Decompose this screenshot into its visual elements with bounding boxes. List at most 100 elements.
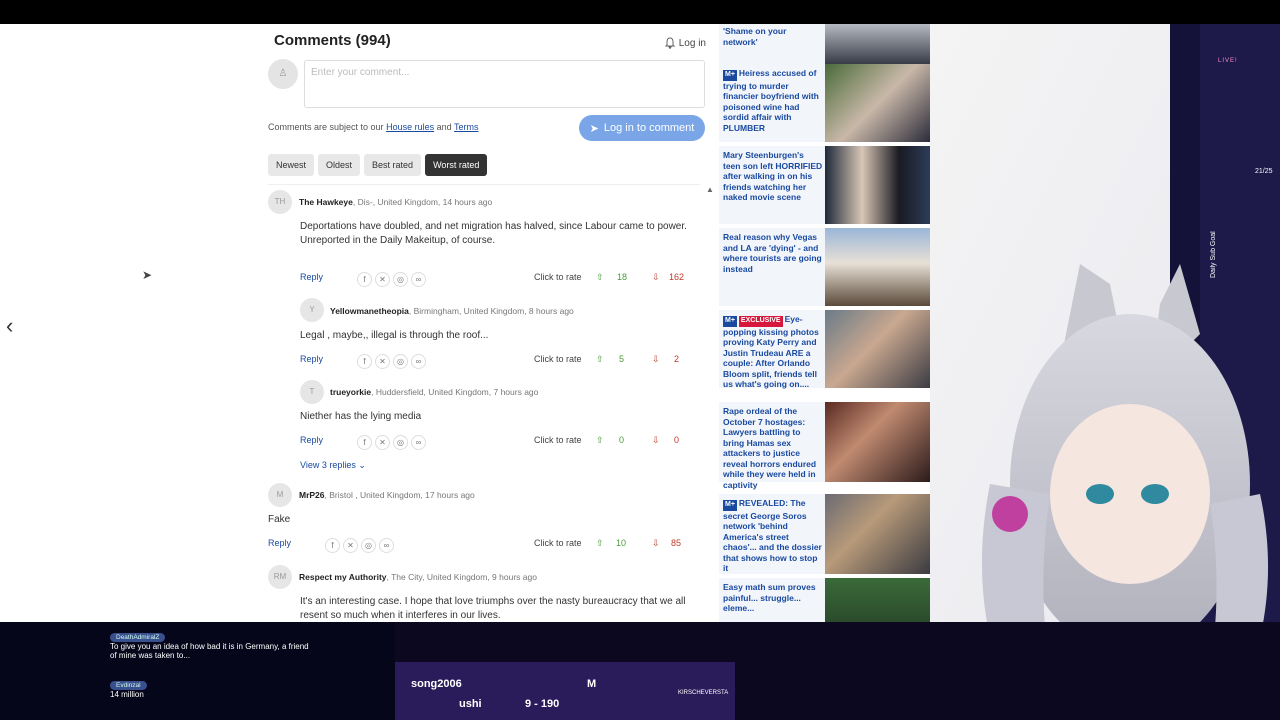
comment-location: , Birmingham, United Kingdom, 8 hours ag… — [408, 306, 574, 316]
comment-meta: MrP26, Bristol , United Kingdom, 17 hour… — [299, 490, 475, 500]
thumbs-up-icon[interactable]: ⇧ — [596, 272, 604, 283]
comment-actions: Reply f ✕ ◎ ∞ Click to rate ⇧ 0 ⇩ 0 — [262, 435, 714, 451]
story-item[interactable]: M+ Heiress accused of trying to murder fi… — [719, 64, 931, 142]
link-icon[interactable]: ∞ — [379, 538, 394, 553]
upvote-count: 0 — [619, 435, 625, 445]
comment-author[interactable]: trueyorkie — [330, 387, 371, 397]
facebook-icon[interactable]: f — [357, 435, 372, 450]
thumbs-up-icon[interactable]: ⇧ — [596, 538, 604, 549]
comment-avatar: T — [300, 380, 324, 404]
link-icon[interactable]: ∞ — [411, 435, 426, 450]
click-to-rate-label: Click to rate — [534, 354, 582, 364]
facebook-icon[interactable]: f — [325, 538, 340, 553]
facebook-icon[interactable]: f — [357, 272, 372, 287]
ticker-user: song2006 — [411, 678, 462, 690]
reply-button[interactable]: Reply — [300, 435, 323, 445]
reply-button[interactable]: Reply — [300, 354, 323, 364]
story-item[interactable]: Easy math sum proves painful... struggle… — [719, 578, 931, 624]
plus-badge: M+ — [723, 70, 737, 81]
top-bar — [0, 0, 1280, 24]
left-gutter — [0, 24, 30, 624]
link-icon[interactable]: ∞ — [411, 354, 426, 369]
thumbs-down-icon[interactable]: ⇩ — [652, 354, 660, 365]
downvote-count: 2 — [674, 354, 680, 364]
login-to-comment-label: Log in to comment — [603, 122, 695, 134]
exclusive-badge: EXCLUSIVE — [738, 316, 783, 327]
facebook-icon[interactable]: f — [357, 354, 372, 369]
chat-text: To give you an idea of how bad it is in … — [110, 642, 309, 660]
news-rail: 'Shame on your network' M+ Heiress accuse… — [719, 24, 931, 624]
terms-link[interactable]: Terms — [454, 122, 479, 132]
comment-author[interactable]: The Hawkeye — [299, 197, 353, 207]
reply-button[interactable]: Reply — [300, 272, 323, 282]
send-icon: ➤ — [589, 122, 599, 135]
sort-newest-button[interactable]: Newest — [268, 154, 315, 176]
whatsapp-icon[interactable]: ◎ — [393, 354, 408, 369]
view-replies-link[interactable]: View 3 replies ⌄ — [300, 460, 366, 471]
story-item[interactable]: Rape ordeal of the October 7 hostages: L… — [719, 402, 931, 490]
story-title: Easy math sum proves painful... struggle… — [723, 582, 816, 613]
thumbs-down-icon[interactable]: ⇩ — [652, 435, 660, 446]
comment-author[interactable]: MrP26 — [299, 490, 325, 500]
story-image — [825, 64, 931, 142]
comment-text: Legal , maybe,, illegal is through the r… — [300, 330, 489, 341]
story-title: M+ Heiress accused of trying to murder fi… — [723, 68, 823, 133]
bell-icon — [664, 37, 675, 49]
story-title: Mary Steenburgen's teen son left HORRIFI… — [723, 150, 823, 202]
house-rules-link[interactable]: House rules — [386, 122, 434, 132]
thumbs-up-icon[interactable]: ⇧ — [596, 435, 604, 446]
chevron-down-icon: ⌄ — [358, 460, 366, 470]
login-to-comment-button[interactable]: ➤ Log in to comment — [579, 115, 705, 141]
chat-username: Evdinzal — [110, 681, 147, 690]
link-icon[interactable]: ∞ — [411, 272, 426, 287]
story-image — [825, 310, 931, 388]
sort-worst-rated-button[interactable]: Worst rated — [425, 154, 488, 176]
whatsapp-icon[interactable]: ◎ — [393, 435, 408, 450]
user-avatar-icon: ♙ — [268, 59, 298, 89]
story-title-text: Heiress accused of trying to murder fina… — [723, 68, 819, 133]
story-image — [825, 146, 931, 224]
plus-badge: M+ — [723, 316, 737, 327]
comment-input[interactable]: Enter your comment... — [304, 60, 705, 108]
sort-best-rated-button[interactable]: Best rated — [364, 154, 422, 176]
story-item[interactable]: Mary Steenburgen's teen son left HORRIFI… — [719, 146, 931, 224]
story-image — [825, 494, 931, 574]
story-image — [825, 228, 931, 306]
comment-avatar: Y — [300, 298, 324, 322]
whatsapp-icon[interactable]: ◎ — [361, 538, 376, 553]
comment-text: Deportations have doubled, and net migra… — [300, 221, 687, 246]
x-icon[interactable]: ✕ — [375, 272, 390, 287]
chat-username: DeathAdmiralZ — [110, 633, 166, 642]
comment-actions: Reply f ✕ ◎ ∞ Click to rate ⇧ 5 ⇩ 2 — [262, 354, 714, 370]
story-image — [825, 402, 931, 482]
reply-button[interactable]: Reply — [268, 538, 291, 548]
x-icon[interactable]: ✕ — [375, 354, 390, 369]
comment-author[interactable]: Yellowmanetheopia — [330, 306, 409, 316]
thumbs-down-icon[interactable]: ⇩ — [652, 272, 660, 283]
plus-badge: M+ — [723, 500, 737, 511]
login-link[interactable]: Log in — [664, 37, 706, 49]
comment-text: It's an interesting case. I hope that lo… — [300, 596, 686, 621]
sub-goal-label: Daily Sub Goal — [1210, 231, 1217, 279]
story-item[interactable]: M+ EXCLUSIVE Eye-popping kissing photos pr… — [719, 310, 931, 389]
comment-meta: Yellowmanetheopia, Birmingham, United Ki… — [330, 306, 574, 316]
story-item[interactable]: M+ REVEALED: The secret George Soros netw… — [719, 494, 931, 574]
thumbs-down-icon[interactable]: ⇩ — [652, 538, 660, 549]
chevron-left-icon[interactable]: ‹ — [6, 312, 13, 340]
x-icon[interactable]: ✕ — [343, 538, 358, 553]
comment-avatar: RM — [268, 565, 292, 589]
sort-oldest-button[interactable]: Oldest — [318, 154, 361, 176]
comment-text: Fake — [268, 514, 291, 525]
thumbs-up-icon[interactable]: ⇧ — [596, 354, 604, 365]
story-title: M+ REVEALED: The secret George Soros netw… — [723, 498, 823, 574]
story-item[interactable]: Real reason why Vegas and LA are 'dying'… — [719, 228, 931, 306]
sub-goal-count: 21/25 — [1255, 168, 1273, 175]
upvote-count: 5 — [619, 354, 625, 364]
comment-text: Niether has the lying media — [300, 411, 422, 422]
scroll-up-icon[interactable]: ▲ — [706, 185, 714, 194]
x-icon[interactable]: ✕ — [375, 435, 390, 450]
click-to-rate-label: Click to rate — [534, 538, 582, 548]
whatsapp-icon[interactable]: ◎ — [393, 272, 408, 287]
comment-author[interactable]: Respect my Authority — [299, 572, 387, 582]
comments-title: Comments (994) — [274, 32, 391, 49]
